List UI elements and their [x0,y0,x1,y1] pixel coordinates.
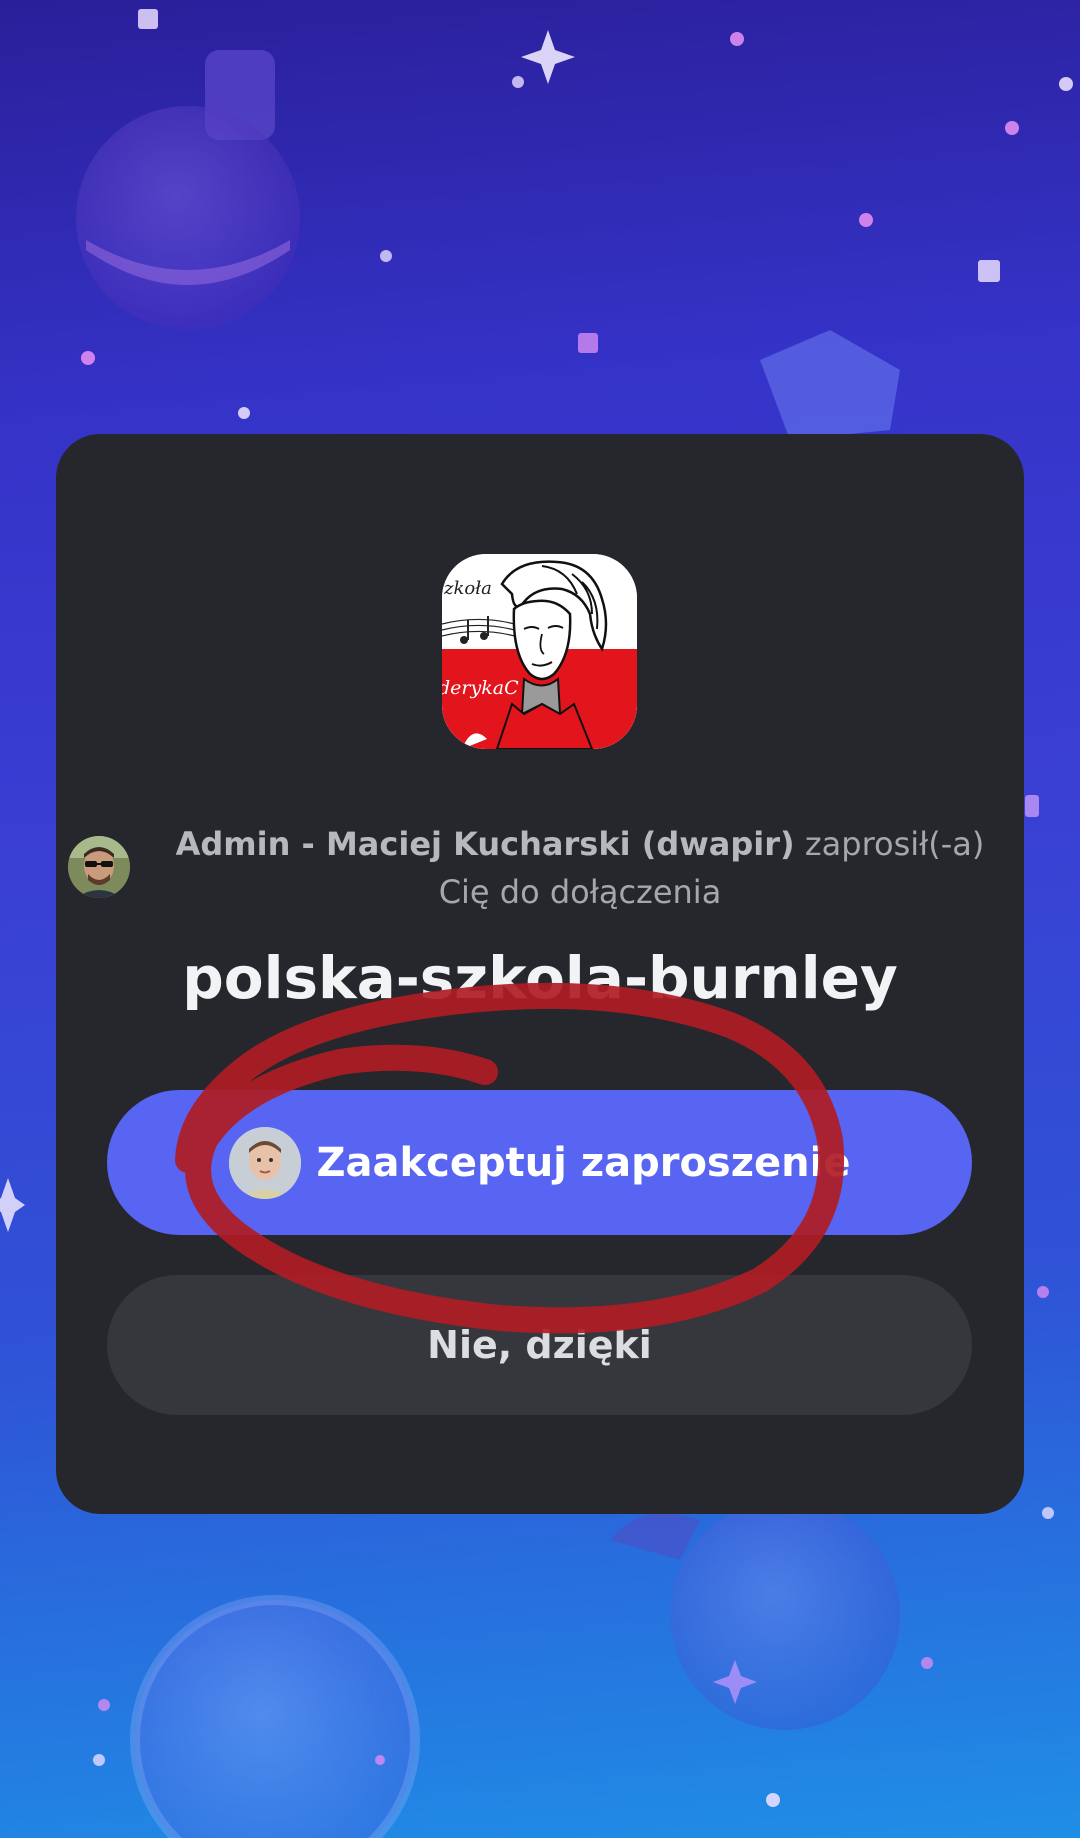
invite-message: Admin - Maciej Kucharski (dwapir) zapros… [148,820,1012,916]
server-avatar-icon: zkoła derykaC [442,554,637,749]
accept-invite-label: Zaakceptuj zaproszenie [316,1139,851,1186]
user-avatar-child-icon [228,1126,301,1199]
accept-invite-button[interactable]: Zaakceptuj zaproszenie [107,1090,972,1235]
sparkle-star-icon [0,1178,25,1232]
decline-invite-button[interactable]: Nie, dzięki [107,1275,972,1415]
inviter-row: Admin - Maciej Kucharski (dwapir) zapros… [68,820,1012,920]
sparkle-star-icon [521,30,575,84]
accept-avatar [228,1126,301,1199]
server-name: polska-szkola-burnley [182,944,898,1012]
cube-decoration [760,330,900,440]
orb-decoration [130,1595,420,1838]
user-avatar-icon [68,836,130,898]
decline-invite-label: Nie, dzięki [427,1323,652,1367]
server-icon-text-top: zkoła [443,578,492,599]
inviter-avatar [68,836,130,898]
inviter-name: Admin - Maciej Kucharski (dwapir) [175,825,795,863]
server-icon-text-mid: derykaC [442,677,519,699]
server-icon: zkoła derykaC [442,554,637,749]
flask-decoration [76,50,300,330]
potion-decoration [610,1500,900,1730]
